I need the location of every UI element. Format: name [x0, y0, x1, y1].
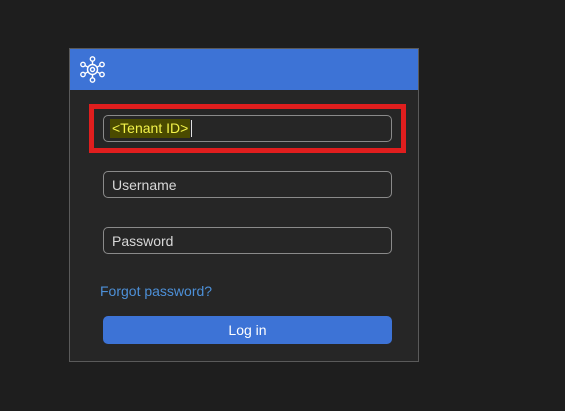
- login-button[interactable]: Log in: [103, 316, 392, 344]
- forgot-password-link[interactable]: Forgot password?: [100, 283, 212, 299]
- username-placeholder: Username: [112, 176, 177, 193]
- card-header: [70, 49, 418, 90]
- screen: <Tenant ID> Username Password Forgot pas…: [0, 0, 565, 411]
- password-field[interactable]: Password: [103, 227, 392, 254]
- tenant-id-value: <Tenant ID>: [110, 119, 191, 138]
- login-card: <Tenant ID> Username Password Forgot pas…: [69, 48, 419, 362]
- password-placeholder: Password: [112, 232, 174, 249]
- login-button-label: Log in: [228, 322, 267, 338]
- tenant-id-field[interactable]: <Tenant ID>: [103, 115, 392, 142]
- username-field[interactable]: Username: [103, 171, 392, 198]
- text-caret: [191, 120, 193, 137]
- network-hub-icon: [80, 56, 105, 83]
